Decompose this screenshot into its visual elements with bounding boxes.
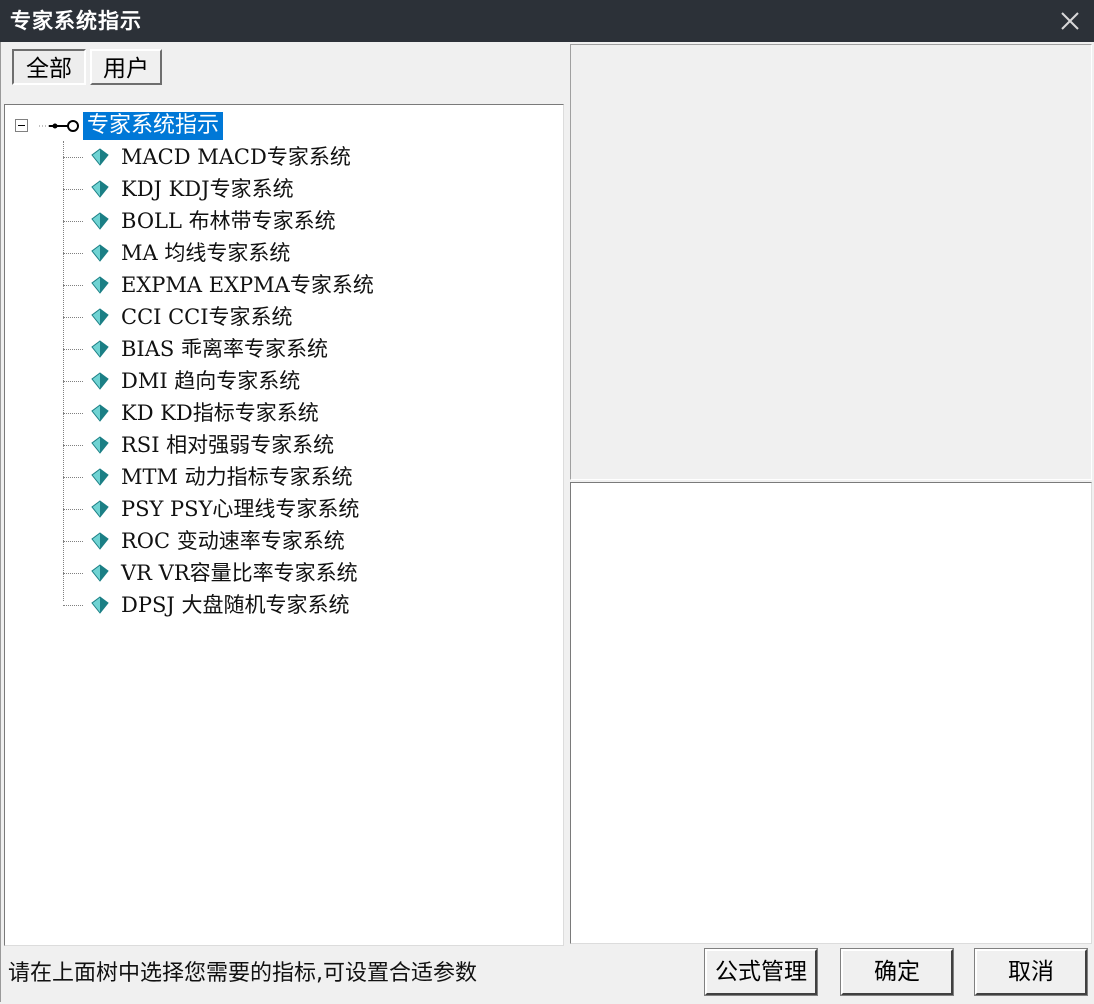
diamond-gem-icon	[91, 596, 109, 614]
tree-item-label: VR VR容量比率专家系统	[121, 561, 358, 585]
collapse-toggle-icon[interactable]	[15, 119, 28, 132]
diamond-gem-icon	[91, 500, 109, 518]
tree-item-label: CCI CCI专家系统	[121, 305, 293, 329]
tree-connector-line	[63, 381, 83, 382]
tree-view[interactable]: 专家系统指示 MACD MACD专家系统 KDJ KDJ专家系统 BOLL 布林带专…	[4, 104, 564, 946]
diamond-gem-icon	[91, 212, 109, 230]
tree-connector-line	[63, 445, 83, 446]
diamond-gem-icon	[91, 532, 109, 550]
tree-item-label: KDJ KDJ专家系统	[121, 177, 294, 201]
tree-item[interactable]: BIAS 乖离率专家系统	[63, 334, 463, 364]
close-button[interactable]	[1054, 5, 1086, 37]
diamond-gem-icon	[91, 340, 109, 358]
tree-item[interactable]: PSY PSY心理线专家系统	[63, 494, 463, 524]
tree-item[interactable]: RSI 相对强弱专家系统	[63, 430, 463, 460]
diamond-gem-icon	[91, 564, 109, 582]
tree-connector-line	[63, 253, 83, 254]
diamond-gem-icon	[91, 180, 109, 198]
parameter-panel[interactable]	[570, 482, 1092, 944]
tree-item[interactable]: KDJ KDJ专家系统	[63, 174, 463, 204]
diamond-gem-icon	[91, 436, 109, 454]
tree-connector-line	[63, 317, 83, 318]
tree-connector-line	[63, 573, 83, 574]
status-hint: 请在上面树中选择您需要的指标,可设置合适参数	[8, 961, 477, 986]
diamond-gem-icon	[91, 244, 109, 262]
title-bar: 专家系统指示	[0, 0, 1094, 42]
tree-item[interactable]: MA 均线专家系统	[63, 238, 463, 268]
tree-item-label: KD KD指标专家系统	[121, 401, 319, 425]
diamond-gem-icon	[91, 468, 109, 486]
tree-connector-line	[63, 541, 83, 542]
tree-root-label[interactable]: 专家系统指示	[83, 112, 224, 140]
tree-item[interactable]: ROC 变动速率专家系统	[63, 526, 463, 556]
tree-connector-line	[63, 157, 83, 158]
tree-item[interactable]: DPSJ 大盘随机专家系统	[63, 590, 463, 620]
diamond-gem-icon	[91, 308, 109, 326]
tree-connector-line	[63, 189, 83, 190]
tree-connector-line	[63, 605, 83, 606]
tree-item-label: MACD MACD专家系统	[121, 145, 351, 169]
tab-all[interactable]: 全部	[12, 49, 86, 85]
tree-item[interactable]: VR VR容量比率专家系统	[63, 558, 463, 588]
tree-connector-line	[63, 509, 83, 510]
ok-button[interactable]: 确定	[840, 948, 954, 996]
cancel-button[interactable]: 取消	[974, 948, 1088, 996]
tree-connector-line	[63, 221, 83, 222]
diamond-gem-icon	[91, 276, 109, 294]
tree-item[interactable]: CCI CCI专家系统	[63, 302, 463, 332]
tree-item-label: BIAS 乖离率专家系统	[121, 337, 328, 361]
tree-item-label: BOLL 布林带专家系统	[121, 209, 336, 233]
tree-item-label: EXPMA EXPMA专家系统	[121, 273, 374, 297]
tree-item-label: MA 均线专家系统	[121, 241, 291, 265]
diamond-gem-icon	[91, 148, 109, 166]
tree-item-label: DMI 趋向专家系统	[121, 369, 301, 393]
tree-item[interactable]: MACD MACD专家系统	[63, 142, 463, 172]
tree-item[interactable]: EXPMA EXPMA专家系统	[63, 270, 463, 300]
tree-item-label: MTM 动力指标专家系统	[121, 465, 353, 489]
tree-item-label: ROC 变动速率专家系统	[121, 529, 345, 553]
tree-item-label: RSI 相对强弱专家系统	[121, 433, 335, 457]
info-panel	[570, 44, 1092, 480]
diamond-gem-icon	[91, 404, 109, 422]
tree-item[interactable]: KD KD指标专家系统	[63, 398, 463, 428]
tree-connector-line	[63, 413, 83, 414]
formula-manage-button[interactable]: 公式管理	[704, 948, 818, 996]
tree-item[interactable]: BOLL 布林带专家系统	[63, 206, 463, 236]
tree-item-label: PSY PSY心理线专家系统	[121, 497, 360, 521]
tree-item[interactable]: MTM 动力指标专家系统	[63, 462, 463, 492]
tree-connector-line	[63, 285, 83, 286]
tree-connector-line	[63, 349, 83, 350]
tree-connector-line	[63, 477, 83, 478]
close-icon	[1061, 12, 1079, 30]
tree-item[interactable]: DMI 趋向专家系统	[63, 366, 463, 396]
diamond-gem-icon	[91, 372, 109, 390]
key-link-icon	[39, 120, 79, 132]
window-title: 专家系统指示	[10, 9, 142, 33]
tab-user[interactable]: 用户	[90, 49, 162, 85]
tree-item-label: DPSJ 大盘随机专家系统	[121, 593, 350, 617]
